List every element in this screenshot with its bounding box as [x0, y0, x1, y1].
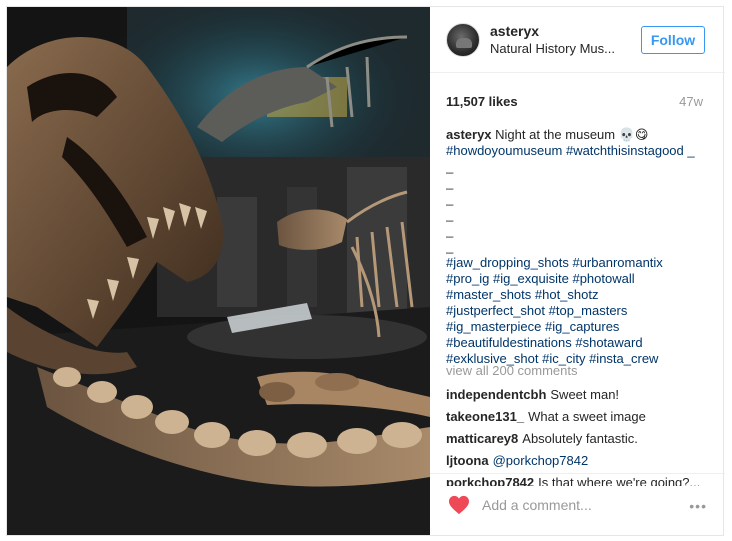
hashtag-line[interactable]: #jaw_dropping_shots #urbanromantix	[446, 255, 714, 271]
post-photo[interactable]	[7, 7, 430, 535]
more-options-icon[interactable]: •••	[689, 498, 707, 514]
comment-username[interactable]: takeone131_	[446, 409, 524, 424]
comment-username[interactable]: independentcbh	[446, 387, 546, 402]
hashtag-line[interactable]: #justperfect_shot #top_masters	[446, 303, 714, 319]
view-all-comments-link[interactable]: view all 200 comments	[446, 363, 578, 378]
comment: independentcbh Sweet man!	[446, 384, 716, 406]
caption-username[interactable]: asteryx	[446, 127, 492, 142]
caption-text: Night at the museum 💀😋	[491, 127, 649, 142]
caption-tags-line[interactable]: #howdoyoumuseum #watchthisinstagood _	[446, 143, 714, 159]
hashtag-line[interactable]: #ig_masterpiece #ig_captures	[446, 319, 714, 335]
likes-count[interactable]: 11,507 likes	[446, 94, 518, 109]
comment-username[interactable]: matticarey8	[446, 431, 518, 446]
caption-first-line: asteryx Night at the museum 💀😋	[446, 127, 714, 143]
comment-username[interactable]: ljtoona	[446, 453, 489, 468]
caption-dash: _	[446, 191, 454, 206]
hashtag-line[interactable]: #pro_ig #ig_exquisite #photowall	[446, 271, 714, 287]
dinosaur-skeleton-photo	[7, 7, 430, 535]
comment-text: Sweet man!	[550, 387, 620, 402]
comment-text: What a sweet image	[528, 409, 646, 424]
caption-dash: _	[446, 239, 454, 254]
likes-row: 11,507 likes 47w	[446, 94, 703, 109]
post-sidebar: asteryx Natural History Mus... Follow 11…	[430, 7, 725, 535]
add-comment-input[interactable]: Add a comment...	[482, 497, 592, 513]
caption-dash: _	[446, 207, 454, 222]
post-header: asteryx Natural History Mus... Follow	[430, 7, 725, 73]
avatar[interactable]	[446, 22, 480, 57]
user-block: asteryx Natural History Mus...	[490, 22, 615, 58]
username-link[interactable]: asteryx	[490, 22, 615, 40]
location-link[interactable]: Natural History Mus...	[490, 40, 615, 58]
comment: takeone131_ What a sweet image	[446, 406, 716, 428]
comment: ljtoona @porkchop7842	[446, 450, 716, 472]
comment: matticarey8 Absolutely fantastic.	[446, 428, 716, 450]
comment-footer: Add a comment... •••	[430, 473, 725, 535]
post-timestamp[interactable]: 47w	[679, 94, 703, 109]
hashtag-line[interactable]: #beautifuldestinations #shotaward	[446, 335, 714, 351]
caption-dash: _	[446, 159, 454, 174]
follow-button[interactable]: Follow	[641, 26, 705, 54]
post-caption: asteryx Night at the museum 💀😋 #howdoyou…	[446, 127, 714, 367]
comment-mention[interactable]: @porkchop7842	[493, 453, 589, 468]
instagram-post: asteryx Natural History Mus... Follow 11…	[6, 6, 725, 536]
heart-icon[interactable]	[448, 495, 470, 515]
hashtag-line[interactable]: #master_shots #hot_shotz	[446, 287, 714, 303]
caption-dash: _	[446, 175, 454, 190]
caption-dash: _	[446, 223, 454, 238]
comments-list: independentcbh Sweet man! takeone131_ What…	[446, 384, 716, 486]
comment-text: Absolutely fantastic.	[522, 431, 638, 446]
